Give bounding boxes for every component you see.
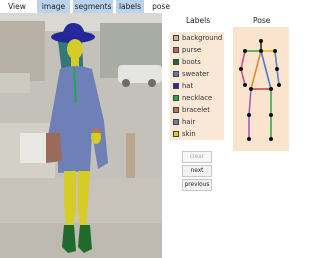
label-swatch	[173, 95, 179, 101]
segmentation-canvas	[0, 13, 162, 258]
pose-title: Pose	[253, 16, 271, 25]
label-text: boots	[182, 58, 201, 66]
tab-pose[interactable]: pose	[147, 0, 175, 13]
label-list: background purse boots sweater hat necklace br…	[170, 32, 224, 140]
label-item-boots[interactable]: boots	[170, 56, 224, 68]
pose-panel[interactable]	[233, 27, 289, 151]
tab-view[interactable]: View	[0, 0, 34, 13]
label-item-sweater[interactable]: sweater	[170, 68, 224, 80]
label-swatch	[173, 107, 179, 113]
tab-image[interactable]: image	[37, 0, 70, 13]
label-swatch	[173, 47, 179, 53]
labels-title: Labels	[186, 16, 211, 25]
label-swatch	[173, 59, 179, 65]
clear-button[interactable]: clear	[182, 151, 212, 163]
label-item-hair[interactable]: hair	[170, 116, 224, 128]
tab-labels[interactable]: labels	[116, 0, 144, 13]
label-item-purse[interactable]: purse	[170, 44, 224, 56]
label-item-background[interactable]: background	[170, 32, 224, 44]
label-text: hair	[182, 118, 196, 126]
label-item-necklace[interactable]: necklace	[170, 92, 224, 104]
label-swatch	[173, 71, 179, 77]
next-button[interactable]: next	[182, 165, 212, 177]
label-text: skin	[182, 130, 196, 138]
segmented-photo[interactable]	[0, 13, 162, 258]
tab-bar: View image segments labels pose	[0, 0, 300, 13]
label-text: bracelet	[182, 106, 210, 114]
label-swatch	[173, 35, 179, 41]
label-swatch	[173, 83, 179, 89]
previous-button[interactable]: previous	[182, 179, 212, 191]
label-text: hat	[182, 82, 194, 90]
label-swatch	[173, 119, 179, 125]
label-text: necklace	[182, 94, 213, 102]
label-item-hat[interactable]: hat	[170, 80, 224, 92]
label-item-skin[interactable]: skin	[170, 128, 224, 140]
label-text: purse	[182, 46, 202, 54]
label-text: background	[182, 34, 223, 42]
label-item-bracelet[interactable]: bracelet	[170, 104, 224, 116]
pose-skeleton	[239, 39, 281, 141]
tab-segments[interactable]: segments	[73, 0, 113, 13]
label-text: sweater	[182, 70, 210, 78]
label-swatch	[173, 131, 179, 137]
